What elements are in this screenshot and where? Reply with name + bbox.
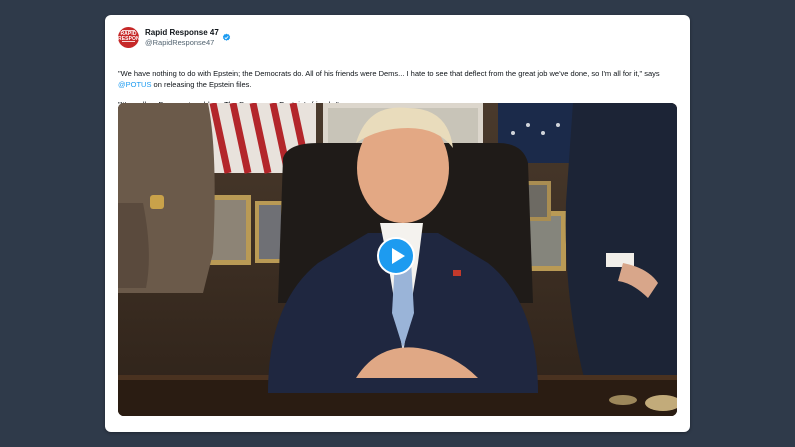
avatar[interactable]: RAPID RESPONSE [118,27,139,48]
tweet-paragraph: "We have nothing to do with Epstein; the… [118,68,678,90]
verified-badge-icon [222,29,231,41]
play-icon [392,248,405,264]
video-player[interactable] [118,103,677,416]
right-person [565,103,677,393]
tweet-text-part2: on releasing the Epstein files. [151,80,252,89]
left-person [118,103,215,293]
mention-link[interactable]: @POTUS [118,80,151,89]
avatar-divider-bottom [122,41,135,42]
play-button[interactable] [377,237,415,275]
author-handle[interactable]: @RapidResponse47 [145,38,214,48]
tweet-text-part1: "We have nothing to do with Epstein; the… [118,69,660,78]
tweet-card: RAPID RESPONSE Rapid Response 47 @RapidR… [105,15,690,432]
